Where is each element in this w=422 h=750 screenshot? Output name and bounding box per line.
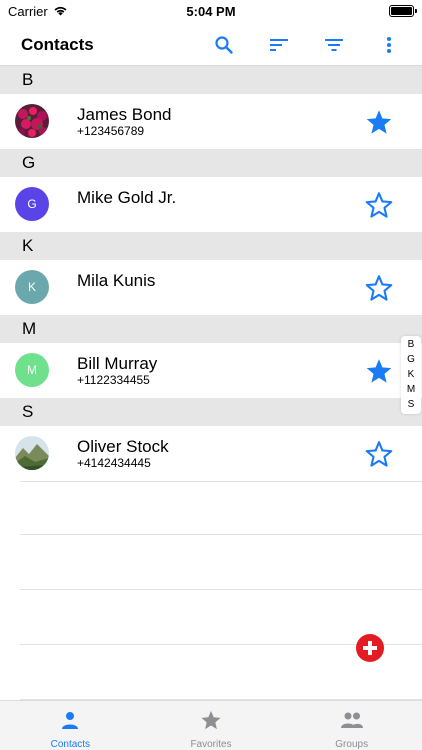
- row-separator: [20, 534, 422, 535]
- avatar-initial: K: [27, 280, 36, 294]
- contact-row-oliver-stock[interactable]: Oliver Stock +4142434445: [0, 426, 422, 481]
- landscape-photo-icon: [15, 436, 49, 470]
- more-options-button[interactable]: [375, 31, 403, 59]
- section-header-s: S: [0, 398, 422, 426]
- index-letter-b[interactable]: B: [408, 340, 415, 350]
- tab-favorites[interactable]: Favorites: [141, 701, 282, 750]
- contact-name: James Bond: [77, 105, 172, 124]
- section-header-g: G: [0, 149, 422, 177]
- avatar-initial: M: [27, 363, 37, 377]
- row-separator: [20, 589, 422, 590]
- index-letter-g[interactable]: G: [407, 355, 415, 365]
- nav-bar: Contacts: [0, 24, 422, 66]
- plus-icon: [363, 641, 377, 655]
- tab-label: Contacts: [50, 739, 91, 750]
- section-header-k: K: [0, 232, 422, 260]
- contact-phone: +4142434445: [77, 456, 151, 470]
- contact-phone: +1122334455: [77, 373, 150, 387]
- section-index-bar[interactable]: B G K M S: [401, 336, 421, 414]
- favorite-toggle[interactable]: [364, 356, 394, 386]
- contact-row-james-bond[interactable]: James Bond +123456789: [0, 94, 422, 149]
- contact-name: Bill Murray: [77, 354, 158, 373]
- person-icon: [58, 709, 82, 731]
- index-letter-m[interactable]: M: [407, 384, 415, 395]
- contact-row-mike-gold[interactable]: G Mike Gold Jr.: [0, 177, 422, 232]
- contact-row-mila-kunis[interactable]: K Mila Kunis: [0, 260, 422, 315]
- people-icon: [340, 709, 364, 731]
- avatar: M: [15, 353, 49, 387]
- tab-label: Groups: [335, 739, 369, 750]
- favorite-toggle[interactable]: [364, 107, 394, 137]
- tab-bar: Contacts Favorites Groups: [0, 700, 422, 750]
- tab-label: Favorites: [190, 739, 232, 750]
- filter-button[interactable]: [320, 31, 348, 59]
- page-title: Contacts: [21, 35, 94, 54]
- status-bar: Carrier 5:04 PM: [0, 0, 422, 24]
- index-letter-s[interactable]: S: [408, 399, 415, 410]
- row-separator: [20, 481, 422, 482]
- clock: 5:04 PM: [186, 4, 236, 19]
- star-filled-icon: [366, 109, 392, 134]
- more-vertical-icon: [387, 37, 391, 53]
- add-contact-button[interactable]: [356, 634, 384, 662]
- favorite-toggle[interactable]: [364, 439, 394, 469]
- star-outline-icon: [365, 440, 393, 467]
- avatar: [15, 436, 49, 470]
- avatar-initial: G: [27, 197, 37, 211]
- contact-name: Oliver Stock: [77, 437, 169, 456]
- contact-name: Mike Gold Jr.: [77, 188, 177, 207]
- star-outline-icon: [365, 191, 393, 218]
- avatar: K: [15, 270, 49, 304]
- index-letter-k[interactable]: K: [408, 369, 415, 380]
- contact-name: Mila Kunis: [77, 271, 156, 290]
- tab-contacts[interactable]: Contacts: [0, 701, 141, 750]
- flowers-photo-icon: [15, 104, 49, 138]
- favorite-toggle[interactable]: [364, 190, 394, 220]
- star-outline-icon: [365, 274, 393, 301]
- search-button[interactable]: [210, 31, 238, 59]
- section-header-m: M: [0, 315, 422, 343]
- star-icon: [199, 709, 223, 731]
- sort-button[interactable]: [265, 31, 293, 59]
- contact-row-bill-murray[interactable]: M Bill Murray +1122334455: [0, 343, 422, 398]
- sort-icon: [270, 39, 288, 51]
- section-header-b: B: [0, 66, 422, 94]
- avatar: [15, 104, 49, 138]
- filter-icon: [325, 39, 343, 51]
- tab-groups[interactable]: Groups: [281, 701, 422, 750]
- star-filled-icon: [366, 358, 392, 383]
- battery-icon: [389, 5, 417, 17]
- favorite-toggle[interactable]: [364, 273, 394, 303]
- avatar: G: [15, 187, 49, 221]
- search-icon: [215, 36, 233, 54]
- contact-phone: +123456789: [77, 124, 145, 138]
